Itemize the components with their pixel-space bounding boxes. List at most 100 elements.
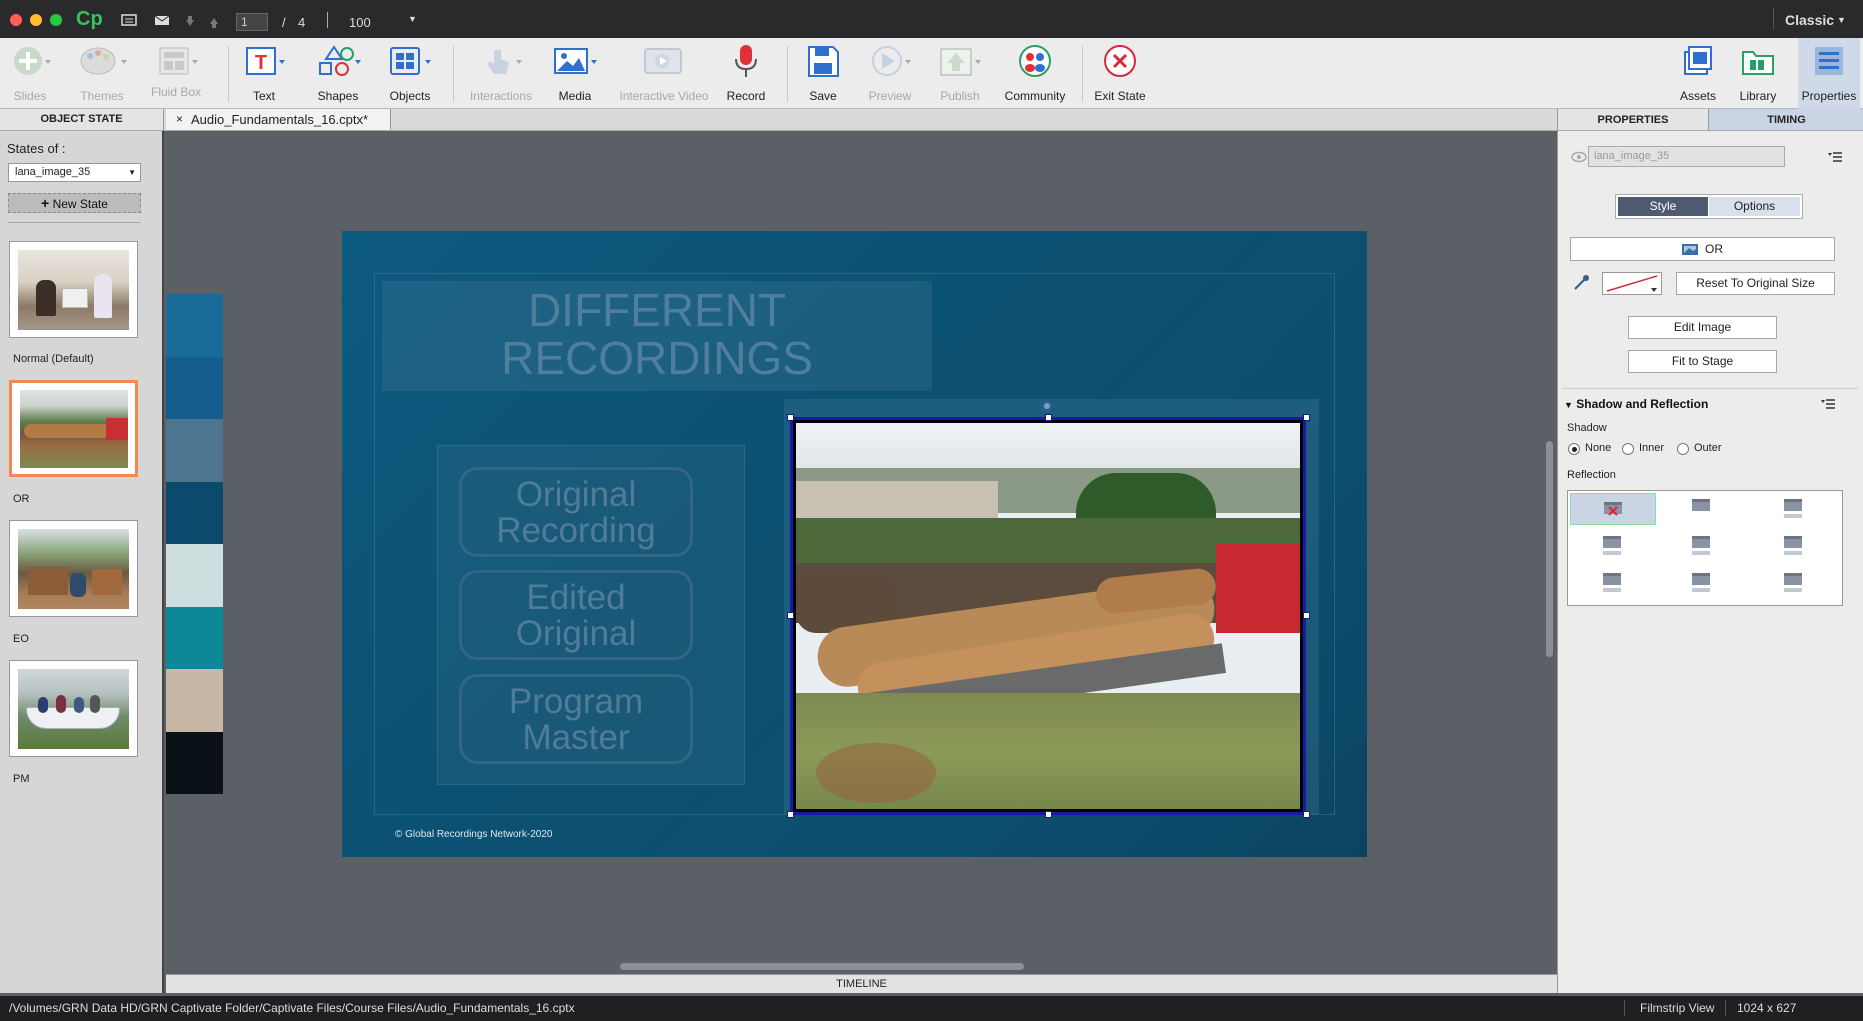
state-thumbnail-image [18,250,129,330]
assets-button[interactable]: Assets [1674,38,1722,109]
exit-state-button[interactable]: Exit State [1090,38,1150,109]
workspace-chevron-icon[interactable]: ▼ [1837,15,1846,25]
state-thumbnail-normal[interactable] [9,241,138,338]
reflection-option[interactable] [1692,573,1712,593]
reflection-option[interactable] [1692,536,1712,556]
resize-handle[interactable] [1045,811,1052,818]
state-thumbnail-pm[interactable] [9,660,138,757]
minimize-window-button[interactable] [30,14,42,26]
reflection-grid [1567,490,1843,606]
resize-handle[interactable] [787,811,794,818]
object-state-tab[interactable]: OBJECT STATE [0,109,164,130]
style-tab[interactable]: Style [1618,197,1708,216]
zoom-window-button[interactable] [50,14,62,26]
button-text-line: Master [522,718,630,757]
svg-text:T: T [255,52,267,74]
state-thumbnail-eo[interactable] [9,520,138,617]
zoom-chevron-icon[interactable]: ▼ [408,14,417,24]
reflection-option[interactable] [1603,536,1623,556]
color-swatch[interactable] [166,544,223,607]
timeline-bar[interactable]: TIMELINE [166,974,1557,993]
stroke-color-picker[interactable] [1602,272,1662,295]
media-button[interactable]: Media [550,38,600,109]
object-select[interactable]: lana_image_35 ▼ [8,163,141,182]
vertical-scrollbar[interactable] [1546,441,1553,657]
edit-image-button[interactable]: Edit Image [1628,316,1777,339]
properties-button[interactable]: Properties [1798,38,1860,109]
fluid-box-label: Fluid Box [150,85,202,99]
arrow-up-icon[interactable] [208,16,220,28]
fluid-box-button[interactable]: Fluid Box [146,38,206,109]
shadow-none-radio[interactable] [1568,443,1580,455]
state-thumbnail-or[interactable] [9,380,138,477]
resize-handle[interactable] [787,414,794,421]
shapes-button[interactable]: Shapes [311,38,365,109]
objects-button[interactable]: Objects [383,38,437,109]
resize-handle[interactable] [1303,414,1310,421]
fit-to-stage-button[interactable]: Fit to Stage [1628,350,1777,373]
reset-original-size-button[interactable]: Reset To Original Size [1676,272,1835,295]
resize-handle[interactable] [787,612,794,619]
library-button[interactable]: Library [1733,38,1783,109]
panel-menu-icon[interactable] [1827,151,1843,163]
color-swatch[interactable] [166,419,223,482]
reflection-option[interactable] [1784,573,1804,593]
edited-original-button[interactable]: Edited Original [459,570,693,660]
shadow-inner-radio[interactable] [1622,443,1634,455]
themes-button[interactable]: Themes [70,38,134,109]
options-tab[interactable]: Options [1709,197,1800,216]
zoom-select[interactable]: 100 [349,15,371,30]
page-separator: / [282,15,286,30]
resize-handle[interactable] [1045,414,1052,421]
color-swatch[interactable] [166,731,223,794]
reflection-none-option[interactable] [1570,493,1656,525]
save-button[interactable]: Save [798,38,848,109]
object-name-field[interactable]: lana_image_35 [1588,146,1785,167]
interactions-button[interactable]: Interactions [462,38,540,109]
document-tab[interactable]: × Audio_Fundamentals_16.cptx* [166,109,391,130]
color-swatch[interactable] [166,606,223,669]
new-state-button[interactable]: + New State [8,193,141,213]
preview-button[interactable]: Preview [864,38,916,109]
close-window-button[interactable] [10,14,22,26]
eyedropper-icon[interactable] [1572,274,1590,292]
selected-image-frame[interactable] [790,417,1306,815]
close-tab-icon[interactable]: × [176,109,183,130]
interactive-video-button[interactable]: Interactive Video [612,38,716,109]
mail-icon[interactable] [154,15,170,26]
horizontal-scrollbar[interactable] [620,963,1024,970]
resize-handle[interactable] [1303,612,1310,619]
workspace-switcher[interactable]: Classic [1785,12,1834,28]
color-swatch[interactable] [166,294,223,357]
publish-button[interactable]: Publish [934,38,986,109]
reflection-option[interactable] [1603,573,1623,593]
color-swatch[interactable] [166,669,223,732]
reflection-option[interactable] [1784,499,1804,519]
reflection-option[interactable] [1692,499,1712,519]
visibility-eye-icon[interactable] [1571,151,1587,163]
interactions-label: Interactions [469,89,533,103]
program-master-button[interactable]: Program Master [459,674,693,764]
color-swatch[interactable] [166,481,223,544]
panel-divider [8,222,141,223]
shadow-outer-radio[interactable] [1677,443,1689,455]
arrow-down-icon[interactable] [184,16,196,28]
rotate-handle[interactable] [1042,401,1052,411]
filmstrip-view-toggle[interactable]: Filmstrip View [1640,1001,1714,1015]
section-menu-icon[interactable] [1820,398,1836,410]
properties-tab[interactable]: PROPERTIES [1558,109,1709,131]
shadow-reflection-header[interactable]: ▼ Shadow and Reflection [1564,397,1708,411]
timing-tab[interactable]: TIMING [1709,109,1863,131]
original-recording-button[interactable]: Original Recording [459,467,693,557]
record-button[interactable]: Record [720,38,772,109]
text-button[interactable]: T Text [238,38,290,109]
state-name-button[interactable]: OR [1570,237,1835,261]
reflection-option[interactable] [1784,536,1804,556]
community-button[interactable]: Community [1000,38,1070,109]
color-swatch[interactable] [166,356,223,419]
page-number-input[interactable]: 1 [236,13,268,31]
resize-handle[interactable] [1303,811,1310,818]
slide[interactable]: DIFFERENT RECORDINGS Original Recording … [342,231,1367,857]
filmstrip-toggle-icon[interactable] [121,14,137,26]
slides-button[interactable]: Slides [2,38,58,109]
